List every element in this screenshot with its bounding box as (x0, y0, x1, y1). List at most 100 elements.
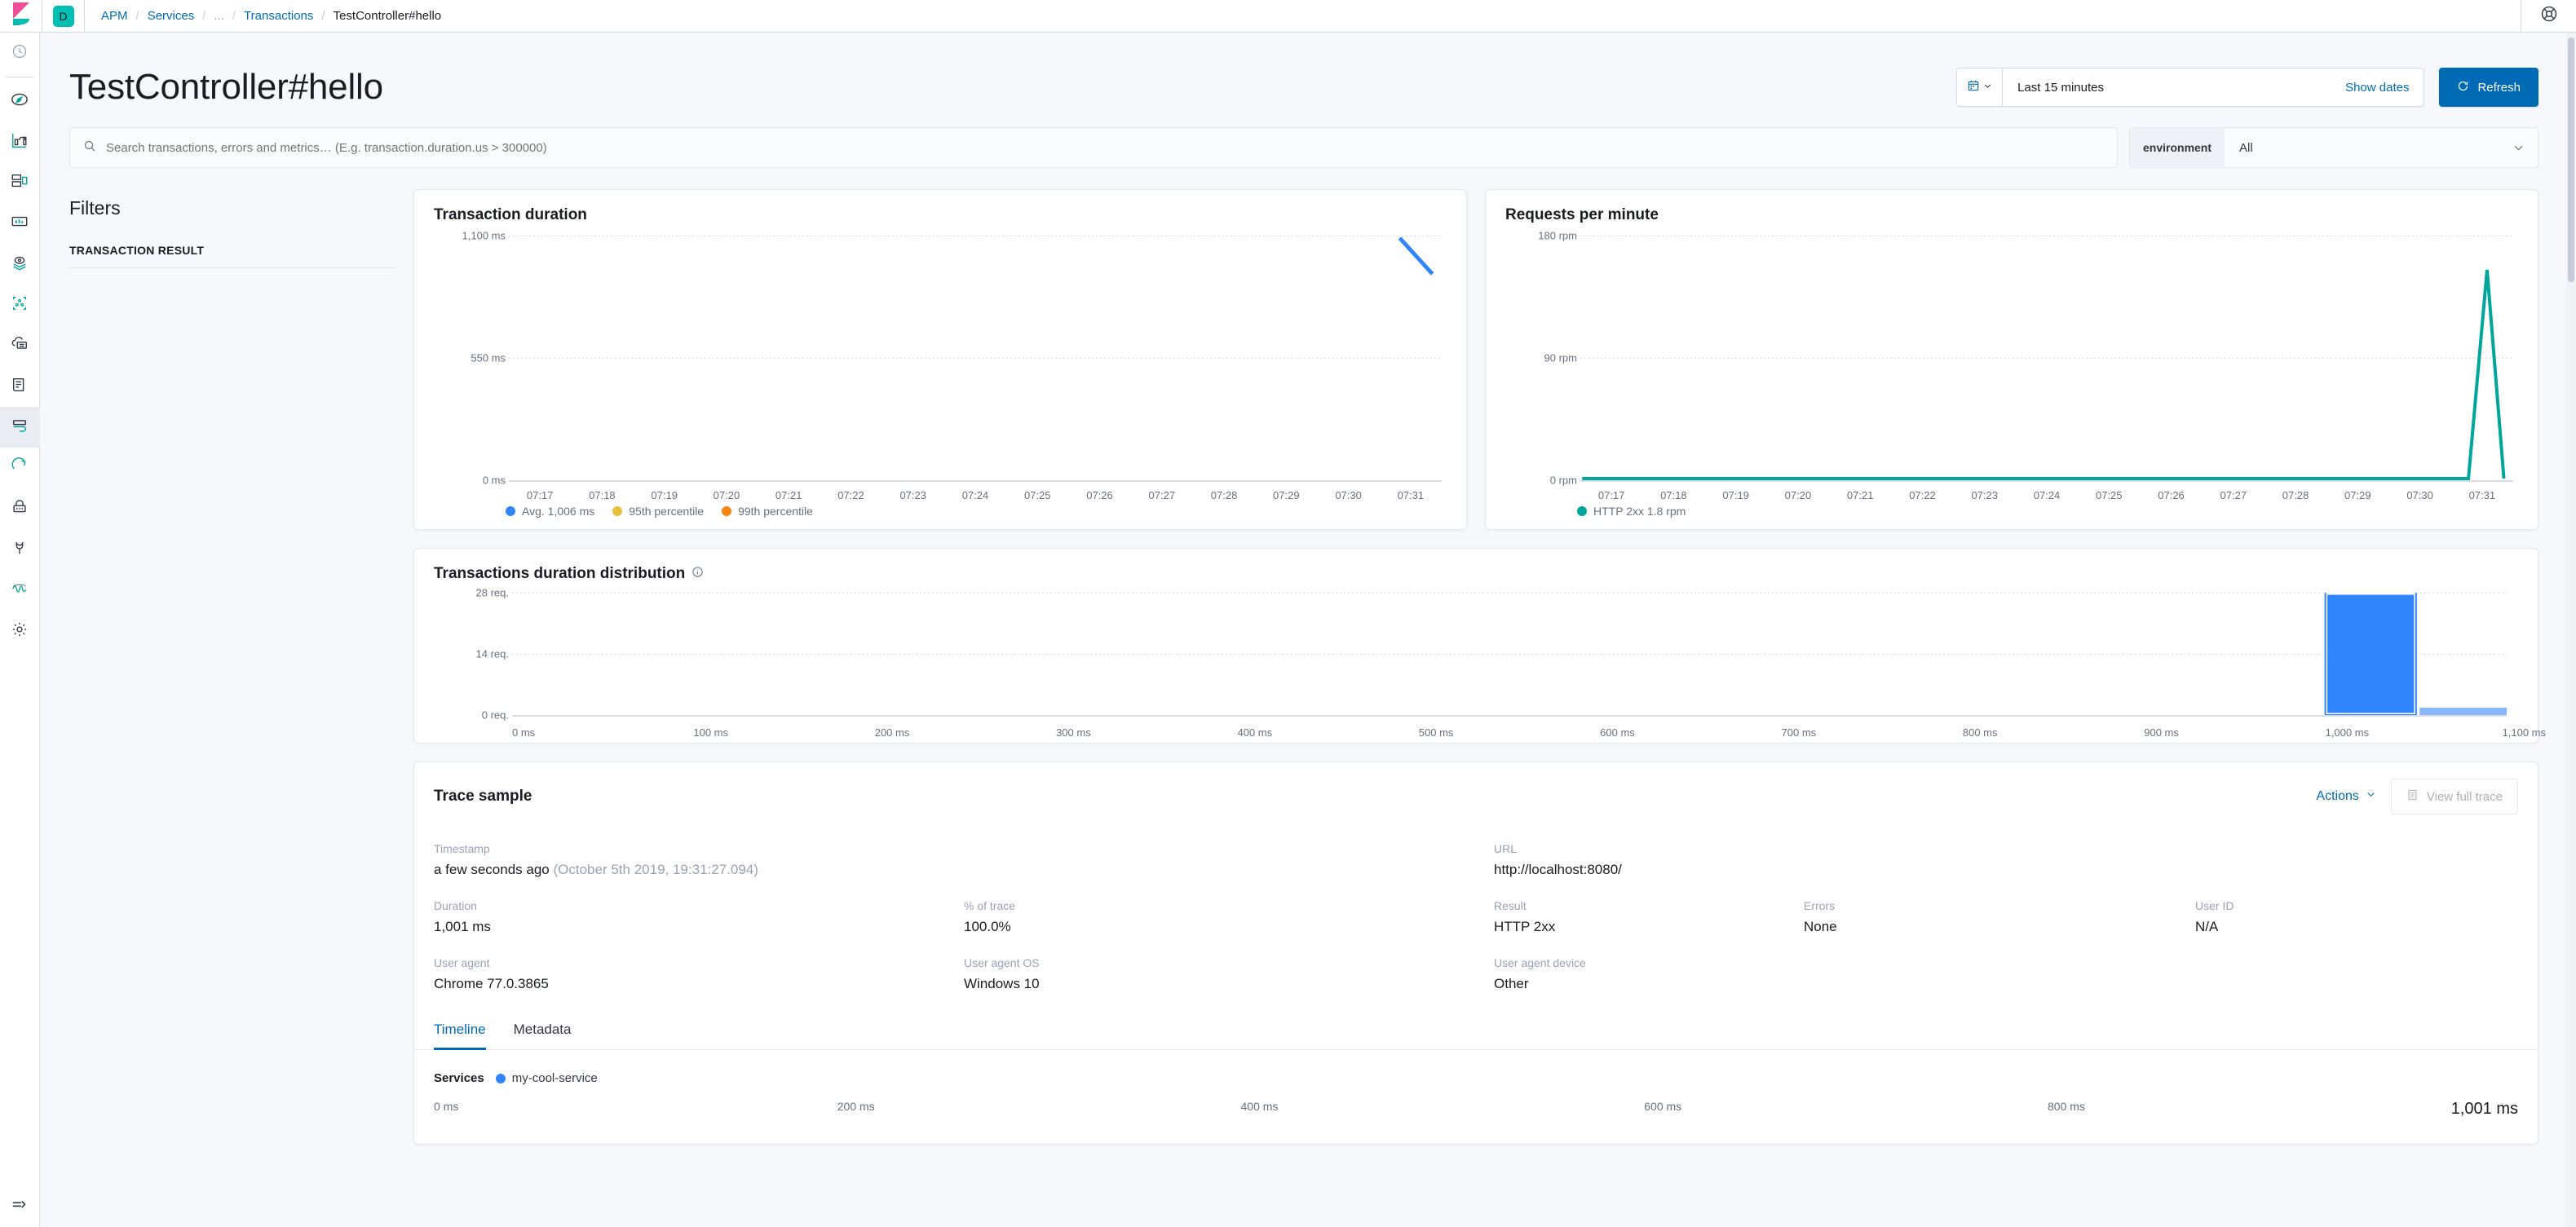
x-tick-label: 100 ms (693, 726, 728, 739)
field-label: Duration (434, 899, 477, 912)
page-title: TestController#hello (69, 67, 383, 107)
help-button[interactable] (2521, 0, 2576, 32)
legend-label: 99th percentile (738, 505, 813, 518)
field-label: User agent OS (964, 956, 1040, 969)
x-tick-label: 07:29 (1273, 489, 1300, 501)
legend-item-avg[interactable]: Avg. 1,006 ms (506, 505, 594, 518)
legend-label: 95th percentile (629, 505, 705, 518)
tab-timeline[interactable]: Timeline (434, 1022, 486, 1050)
legend-label: Avg. 1,006 ms (522, 505, 595, 518)
legend-item-p95[interactable]: 95th percentile (612, 505, 704, 518)
transaction-duration-plot[interactable]: 1,100 ms 550 ms 0 ms 07:17 07:18 07:19 0… (434, 230, 1447, 501)
trace-sample-title: Trace sample (434, 788, 532, 805)
x-tick-label: 0 ms (512, 726, 536, 739)
sidebar-item-canvas[interactable] (0, 203, 40, 244)
time-picker-range-label[interactable]: Last 15 minutes (2003, 68, 2345, 106)
requests-per-minute-plot[interactable]: 180 rpm 90 rpm 0 rpm 07:17 07:18 07:19 0… (1505, 230, 2518, 501)
dev-tools-icon (11, 539, 29, 561)
requests-per-minute-chart-panel: Requests per minute 180 rpm 90 rpm 0 rpm (1485, 189, 2538, 530)
bar (2419, 708, 2507, 715)
field-user-agent-device: User agent device Other (1494, 956, 2518, 992)
actions-dropdown-button[interactable]: Actions (2316, 789, 2375, 804)
sidebar-item-uptime[interactable] (0, 448, 40, 488)
environment-select-label: environment (2130, 128, 2225, 167)
filter-group-transaction-result[interactable]: TRANSACTION RESULT (69, 244, 395, 257)
sidebar-item-apm[interactable] (0, 407, 40, 448)
x-tick-label: 07:22 (1909, 489, 1936, 501)
x-tick-label: 07:20 (713, 489, 740, 501)
breadcrumb-item-apm[interactable]: APM (101, 9, 128, 23)
legend-item-http-2xx[interactable]: HTTP 2xx 1.8 rpm (1577, 505, 1686, 518)
divider (69, 267, 395, 268)
avg-duration-line (509, 236, 1442, 480)
breadcrumb-separator: / (135, 9, 139, 23)
search-field-wrapper[interactable] (69, 127, 2118, 168)
page-scrollbar[interactable] (2566, 33, 2576, 1227)
line-series-area (1580, 236, 2513, 480)
bar-selected (2326, 593, 2416, 715)
chart-title-row: Transactions duration distribution (414, 549, 2538, 583)
breadcrumb-item-ellipsis[interactable]: ... (214, 9, 224, 23)
y-tick-label: 1,100 ms (462, 229, 506, 242)
space-avatar-button[interactable]: D (42, 0, 85, 32)
time-picker-quick-menu-button[interactable] (1957, 68, 2004, 106)
time-picker[interactable]: Last 15 minutes Show dates (1956, 68, 2425, 107)
environment-select[interactable]: environment All (2129, 127, 2538, 168)
sidebar-item-machine-learning[interactable] (0, 285, 40, 325)
bar-series-area (512, 593, 2507, 715)
sidebar-item-siem[interactable] (0, 488, 40, 529)
page-body: TestController#hello Last 15 minutes Sho… (40, 33, 2576, 1227)
sidebar-item-dev-tools[interactable] (0, 529, 40, 570)
gear-icon (11, 620, 29, 642)
x-tick-label: 07:21 (775, 489, 802, 501)
transaction-duration-chart-panel: Transaction duration 1,100 ms 550 ms 0 m… (413, 189, 1467, 530)
top-chrome-bar: D APM / Services / ... / Transactions / … (0, 0, 2576, 33)
service-legend-item[interactable]: my-cool-service (495, 1071, 598, 1085)
duration-distribution-plot[interactable]: 28 req. 14 req. 0 req. 0 ms 100 ms 200 m… (434, 587, 2546, 739)
sidebar-item-dashboard[interactable] (0, 162, 40, 203)
canvas-icon (11, 213, 29, 235)
breadcrumb-item-transactions[interactable]: Transactions (244, 9, 313, 23)
distribution-bars (512, 593, 2507, 715)
field-value: http://localhost:8080/ (1494, 862, 1622, 877)
page-header: TestController#hello Last 15 minutes Sho… (40, 33, 2576, 111)
sidebar-item-maps[interactable] (0, 244, 40, 285)
timeline-tick-label: 600 ms (1644, 1100, 1682, 1113)
breadcrumb-separator: / (202, 9, 206, 23)
tab-metadata[interactable]: Metadata (514, 1022, 572, 1049)
legend-swatch (1577, 506, 1587, 516)
sidebar-item-recently-viewed[interactable] (0, 33, 40, 73)
timestamp-relative: a few seconds ago (434, 862, 550, 877)
sidebar-item-logs[interactable] (0, 366, 40, 407)
x-tick-label: 07:23 (899, 489, 926, 501)
breadcrumb-item-services[interactable]: Services (148, 9, 195, 23)
field-label: User agent device (1494, 956, 1586, 969)
show-dates-button[interactable]: Show dates (2345, 68, 2424, 106)
query-bar: environment All (40, 111, 2576, 168)
calendar-icon (1967, 79, 1980, 96)
search-input[interactable] (106, 140, 2104, 155)
sidebar-item-discover[interactable] (0, 81, 40, 121)
maps-icon (11, 254, 29, 276)
actions-label: Actions (2316, 789, 2359, 803)
field-result: Result HTTP 2xx (1494, 899, 1804, 935)
recently-viewed-icon (11, 43, 28, 64)
legend-item-p99[interactable]: 99th percentile (722, 505, 813, 518)
y-tick-label: 180 rpm (1538, 229, 1577, 242)
collapse-nav-button[interactable] (0, 1186, 40, 1227)
info-circle-icon[interactable] (691, 565, 704, 583)
field-percent-of-trace: % of trace 100.0% (964, 899, 1494, 935)
sidebar-item-visualize[interactable] (0, 121, 40, 162)
x-tick-label: 300 ms (1056, 726, 1091, 739)
view-full-trace-button[interactable]: View full trace (2390, 779, 2518, 814)
refresh-button[interactable]: Refresh (2439, 68, 2538, 107)
x-tick-label: 900 ms (2144, 726, 2179, 739)
field-label: URL (1494, 842, 1518, 855)
sidebar-item-monitoring[interactable] (0, 570, 40, 611)
sidebar-item-management[interactable] (0, 611, 40, 651)
field-value: Windows 10 (964, 976, 1040, 991)
x-tick-label: 07:23 (1971, 489, 1998, 501)
page-scrollbar-thumb[interactable] (2568, 38, 2574, 282)
sidebar-item-infrastructure[interactable] (0, 325, 40, 366)
kibana-logo-button[interactable] (0, 0, 42, 32)
